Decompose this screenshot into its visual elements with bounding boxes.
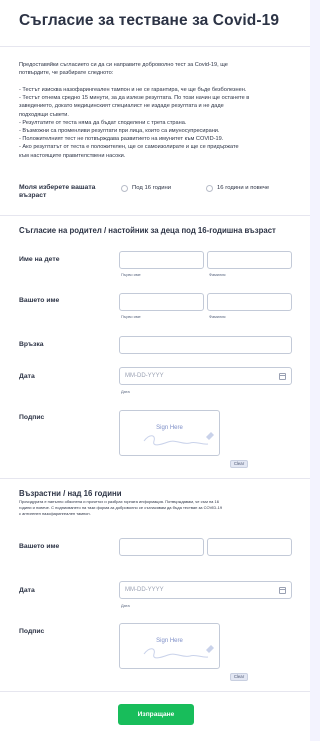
calendar-icon[interactable] [279,373,286,380]
parent-first-name-input[interactable] [119,293,204,311]
intro-line: потвърдите, че разбирате следното: [19,70,114,77]
adult-first-name-input[interactable] [119,538,204,556]
adult-clear-signature-button[interactable]: Clear [230,673,248,681]
parent-last-name-input[interactable] [207,293,292,311]
parent-name-label: Вашето име [19,297,60,304]
bullet-line: - Тестът отнема средно 15 минути, за да … [19,95,250,102]
parent-section-title: Съгласие на родител / настойник за деца … [19,226,276,235]
relation-label: Връзка [19,341,44,348]
adult-name-label: Вашето име [19,543,60,550]
adult-description: Прочидурата е напълно обяснена и прочето… [19,499,223,516]
radio-16-plus-label[interactable]: 16 години и повече [217,185,269,191]
parent-date-label: Дата [19,373,35,380]
section-divider [0,215,310,216]
parent-signature-label: Подпис [19,414,45,421]
submit-button[interactable]: Изпращане [118,704,194,725]
parent-signature-pad[interactable]: Sign Here [119,410,220,456]
parent-first-name-sublabel: Първо име [121,314,141,319]
bullet-line: - Тестът изисква назофарингеален тампон … [19,87,247,93]
parent-clear-signature-button[interactable]: Clear [230,460,248,468]
parent-last-name-sublabel: Фамилия [209,314,226,319]
bullet-line: - Положителният тест не потвърждава разв… [19,136,224,143]
sign-here-placeholder: Sign Here [156,425,183,431]
radio-16-plus[interactable] [206,185,213,192]
adult-last-name-input[interactable] [207,538,292,556]
age-question-label: Моля изберете вашата възраст [19,184,96,199]
intro-bullets: - Тестът изисква назофарингеален тампон … [19,86,295,160]
bullet-line: - Ако резултатът от теста е положителен,… [19,144,239,151]
signature-scribble-icon [143,432,214,446]
sign-here-placeholder: Sign Here [156,638,183,644]
date-placeholder: MM-DD-YYYY [125,587,164,593]
radio-under-16[interactable] [121,185,128,192]
bullet-line: подходящи съвети. [19,111,69,118]
bullet-line: към настоящите правителствени насоки. [19,152,126,159]
child-last-name-sublabel: Фамилия [209,272,226,277]
parent-date-input[interactable]: MM-DD-YYYY [119,367,292,385]
adult-section-title: Възрастни / над 16 години [19,489,122,498]
adult-date-sublabel: Дата [121,603,130,608]
child-name-label: Име на дете [19,256,60,263]
bullet-line: - Възможни са променливи резултати при л… [19,128,220,135]
date-placeholder: MM-DD-YYYY [125,373,164,379]
form-card: Съгласие за тестване за Covid-19 Предост… [0,0,310,741]
child-first-name-input[interactable] [119,251,204,269]
adult-signature-label: Подпис [19,628,45,635]
child-last-name-input[interactable] [207,251,292,269]
signature-scribble-icon [143,645,214,659]
relation-input[interactable] [119,336,292,354]
section-divider [0,478,310,479]
title-divider [0,46,310,47]
radio-under-16-label[interactable]: Под 16 години [132,185,171,191]
form-title: Съгласие за тестване за Covid-19 [19,12,280,29]
adult-date-input[interactable]: MM-DD-YYYY [119,581,292,599]
bullet-line: - Резултатите от теста няма да бъдат спо… [19,119,187,126]
bullet-line: заведението, докато медицинският специал… [19,103,224,110]
adult-date-label: Дата [19,587,35,594]
footer-divider [0,691,310,692]
calendar-icon[interactable] [279,587,286,594]
intro-line: Предоставяйки съгласието си да си направ… [19,62,228,68]
intro-text: Предоставяйки съгласието си да си направ… [19,61,295,77]
child-first-name-sublabel: Първо име [121,272,141,277]
adult-signature-pad[interactable]: Sign Here [119,623,220,669]
parent-date-sublabel: Дата [121,389,130,394]
